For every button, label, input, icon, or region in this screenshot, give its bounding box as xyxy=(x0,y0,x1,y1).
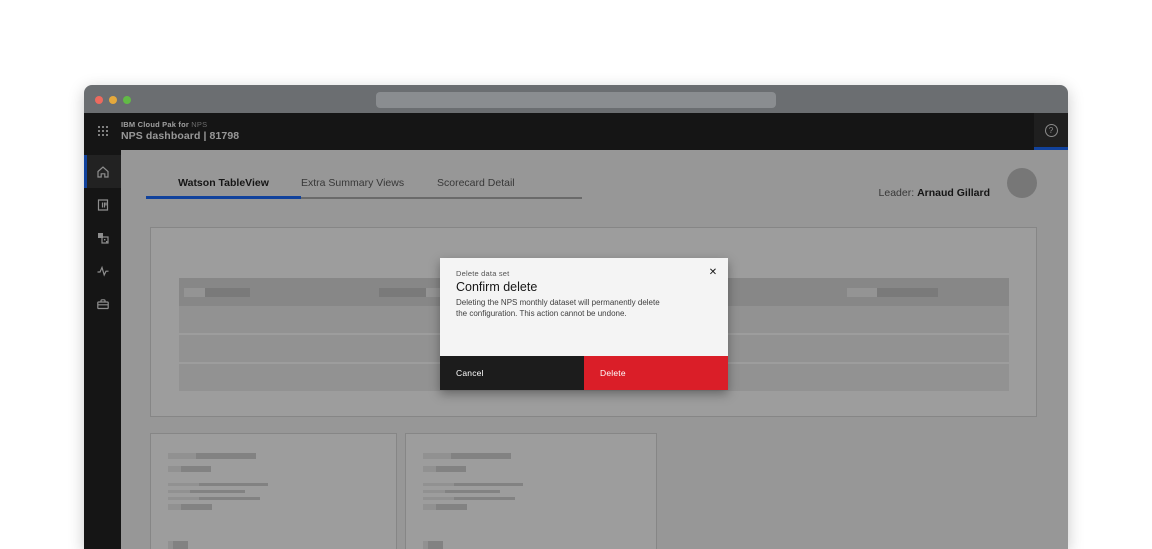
traffic-light-minimize-icon[interactable] xyxy=(109,96,117,104)
modal-button-row: Cancel Delete xyxy=(440,356,728,390)
browser-chrome xyxy=(84,85,1068,113)
modal-body-text: Deleting the NPS monthly dataset will pe… xyxy=(456,298,668,319)
delete-button[interactable]: Delete xyxy=(584,356,728,390)
browser-window: IBM Cloud Pak for NPS NPS dashboard | 81… xyxy=(84,85,1068,549)
modal-context-label: Delete data set xyxy=(456,269,509,278)
modal-title: Confirm delete xyxy=(456,280,537,294)
traffic-light-zoom-icon[interactable] xyxy=(123,96,131,104)
screenshot-stage: IBM Cloud Pak for NPS NPS dashboard | 81… xyxy=(0,0,1152,549)
traffic-light-close-icon[interactable] xyxy=(95,96,103,104)
cancel-button[interactable]: Cancel xyxy=(440,356,584,390)
confirm-delete-modal: Delete data set Confirm delete Deleting … xyxy=(440,258,728,390)
url-bar[interactable] xyxy=(376,92,776,108)
close-icon[interactable]: ✕ xyxy=(704,264,722,282)
